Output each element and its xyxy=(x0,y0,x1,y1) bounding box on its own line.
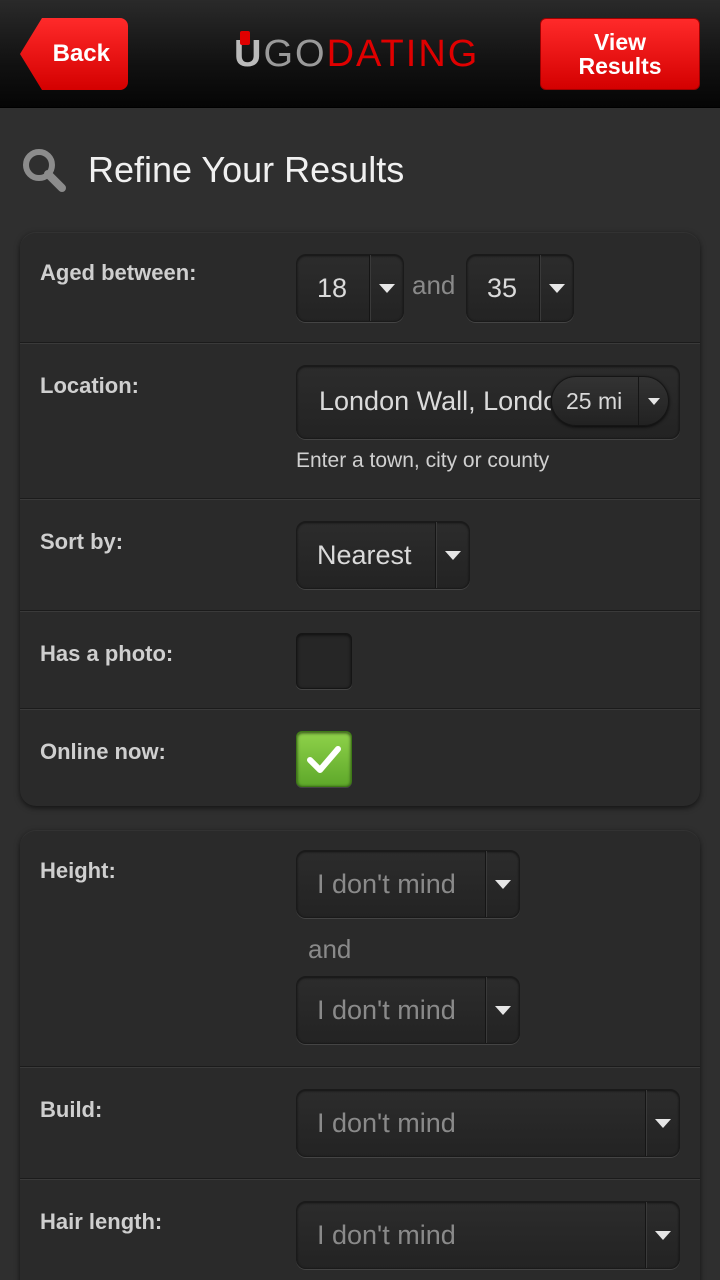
build-value: I don't mind xyxy=(317,1107,456,1138)
photo-row: Has a photo: xyxy=(20,610,700,708)
search-icon xyxy=(23,149,66,192)
view-results-button[interactable]: View Results xyxy=(540,18,700,90)
build-label: Build: xyxy=(40,1097,103,1122)
build-row: Build: I don't mind xyxy=(20,1066,700,1178)
chevron-down-icon xyxy=(485,977,519,1043)
chevron-down-icon xyxy=(369,255,403,321)
age-min-value: 18 xyxy=(317,272,348,303)
logo-go: GO xyxy=(263,32,327,75)
app-logo: U GO DATING xyxy=(234,28,486,80)
sort-value: Nearest xyxy=(317,539,412,570)
location-value: London Wall, London xyxy=(319,386,551,416)
sort-select[interactable]: Nearest xyxy=(296,521,470,589)
view-results-label: View Results xyxy=(578,29,662,79)
online-label: Online now: xyxy=(40,739,166,764)
chevron-down-icon xyxy=(485,851,519,917)
height-min-select[interactable]: I don't mind xyxy=(296,850,520,918)
logo-u: U xyxy=(234,30,264,75)
hair-value: I don't mind xyxy=(317,1219,456,1250)
back-button[interactable]: Back xyxy=(20,18,128,90)
location-row: Location: London Wall, London 25 mi Ente… xyxy=(20,342,700,498)
logo-dating: DATING xyxy=(326,32,480,75)
height-max-value: I don't mind xyxy=(317,994,456,1025)
height-max-select[interactable]: I don't mind xyxy=(296,976,520,1044)
height-row: Height: I don't mind and I don't mind xyxy=(20,830,700,1066)
basic-filters-panel: Aged between: 18 and 35 Location: London… xyxy=(20,232,700,806)
age-row: Aged between: 18 and 35 xyxy=(20,232,700,342)
location-input[interactable]: London Wall, London 25 mi xyxy=(296,365,680,439)
page-title-row: Refine Your Results xyxy=(20,140,404,200)
chevron-down-icon xyxy=(645,1202,679,1268)
age-and-text: and xyxy=(412,270,456,300)
chevron-down-icon xyxy=(638,377,668,425)
chevron-down-icon xyxy=(539,255,573,321)
online-row: Online now: xyxy=(20,708,700,806)
location-hint: Enter a town, city or county xyxy=(296,449,550,472)
build-select[interactable]: I don't mind xyxy=(296,1089,680,1157)
chevron-down-icon xyxy=(435,522,469,588)
photo-label: Has a photo: xyxy=(40,641,174,666)
height-and-text: and xyxy=(308,934,352,964)
age-label: Aged between: xyxy=(40,260,197,285)
hair-row: Hair length: I don't mind xyxy=(20,1178,700,1280)
age-min-select[interactable]: 18 xyxy=(296,254,404,322)
radius-value: 25 mi xyxy=(566,387,623,414)
sort-row: Sort by: Nearest xyxy=(20,498,700,610)
page-title: Refine Your Results xyxy=(88,149,405,190)
radius-select[interactable]: 25 mi xyxy=(551,376,669,426)
online-now-checkbox[interactable] xyxy=(296,731,352,787)
back-button-label: Back xyxy=(52,40,110,67)
hair-label: Hair length: xyxy=(40,1209,163,1234)
age-max-value: 35 xyxy=(487,272,518,303)
checkmark-icon xyxy=(307,746,341,773)
hair-select[interactable]: I don't mind xyxy=(296,1201,680,1269)
has-photo-checkbox[interactable] xyxy=(296,633,352,689)
sort-label: Sort by: xyxy=(40,529,124,554)
location-label: Location: xyxy=(40,373,139,398)
top-bar: Back U GO DATING View Results xyxy=(0,0,720,108)
appearance-filters-panel: Height: I don't mind and I don't mind Bu… xyxy=(20,830,700,1280)
age-max-select[interactable]: 35 xyxy=(466,254,574,322)
height-min-value: I don't mind xyxy=(317,868,456,899)
height-label: Height: xyxy=(40,858,116,883)
chevron-down-icon xyxy=(645,1090,679,1156)
